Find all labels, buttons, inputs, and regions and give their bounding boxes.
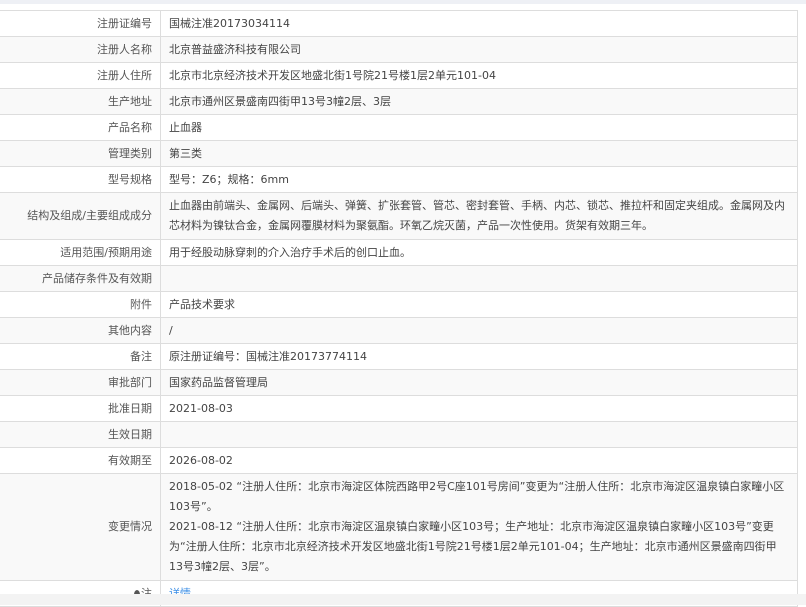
changes-value: 2018-05-02 “注册人住所：北京市海淀区体院西路甲2号C座101号房间”… bbox=[160, 473, 797, 581]
table-row: 管理类别 第三类 bbox=[0, 140, 797, 167]
table-row: 产品名称 止血器 bbox=[0, 114, 797, 141]
row-value: 北京市北京经济技术开发区地盛北街1号院21号楼1层2单元101-04 bbox=[160, 62, 797, 89]
table-row: 其他内容 / bbox=[0, 317, 797, 344]
row-value: / bbox=[160, 317, 797, 344]
row-value: 2026-08-02 bbox=[160, 447, 797, 474]
table-row: 审批部门 国家药品监督管理局 bbox=[0, 369, 797, 396]
row-label: 生产地址 bbox=[0, 88, 161, 115]
row-value: 止血器 bbox=[160, 114, 797, 141]
row-label: 生效日期 bbox=[0, 421, 161, 448]
row-value: 产品技术要求 bbox=[160, 291, 797, 318]
bottom-band bbox=[0, 594, 806, 605]
table-row: 附件 产品技术要求 bbox=[0, 291, 797, 318]
table-row: 有效期至 2026-08-02 bbox=[0, 447, 797, 474]
row-label: 注册人住所 bbox=[0, 62, 161, 89]
row-label: 备注 bbox=[0, 343, 161, 370]
row-label: 附件 bbox=[0, 291, 161, 318]
row-label: 产品名称 bbox=[0, 114, 161, 141]
table-row: 型号规格 型号：Z6；规格：6mm bbox=[0, 166, 797, 193]
table-row: 结构及组成/主要组成成分 止血器由前端头、金属网、后端头、弹簧、扩张套管、管芯、密… bbox=[0, 192, 797, 240]
row-label: 管理类别 bbox=[0, 140, 161, 167]
row-value: 国家药品监督管理局 bbox=[160, 369, 797, 396]
row-value: 国械注准20173034114 bbox=[160, 11, 797, 37]
row-value: 2021-08-03 bbox=[160, 395, 797, 422]
change-entry: 2018-05-02 “注册人住所：北京市海淀区体院西路甲2号C座101号房间”… bbox=[169, 480, 785, 513]
row-label: 其他内容 bbox=[0, 317, 161, 344]
table-row-changes: 变更情况 2018-05-02 “注册人住所：北京市海淀区体院西路甲2号C座101… bbox=[0, 473, 797, 581]
row-value: 北京市通州区景盛南四街甲13号3幢2层、3层 bbox=[160, 88, 797, 115]
top-band bbox=[0, 0, 806, 4]
row-label: 结构及组成/主要组成成分 bbox=[0, 192, 161, 240]
row-value: 第三类 bbox=[160, 140, 797, 167]
row-value: 北京普益盛济科技有限公司 bbox=[160, 36, 797, 63]
table-row: 注册人名称 北京普益盛济科技有限公司 bbox=[0, 36, 797, 63]
row-label: 审批部门 bbox=[0, 369, 161, 396]
change-entry: 2021-08-12 “注册人住所：北京市海淀区温泉镇白家疃小区103号；生产地… bbox=[169, 520, 777, 573]
table-row: 备注 原注册证编号：国械注准20173774114 bbox=[0, 343, 797, 370]
table-row: 产品储存条件及有效期 bbox=[0, 265, 797, 292]
row-label: 型号规格 bbox=[0, 166, 161, 193]
row-value: 原注册证编号：国械注准20173774114 bbox=[160, 343, 797, 370]
table-row: 适用范围/预期用途 用于经股动脉穿刺的介入治疗手术后的创口止血。 bbox=[0, 239, 797, 266]
row-value bbox=[160, 421, 797, 448]
row-label: 批准日期 bbox=[0, 395, 161, 422]
row-value bbox=[160, 265, 797, 292]
table-row: 批准日期 2021-08-03 bbox=[0, 395, 797, 422]
registration-detail-table: 注册证编号 国械注准20173034114 注册人名称 北京普益盛济科技有限公司 注册人… bbox=[0, 10, 798, 607]
table-row: 生效日期 bbox=[0, 421, 797, 448]
row-value: 止血器由前端头、金属网、后端头、弹簧、扩张套管、管芯、密封套管、手柄、内芯、锁芯… bbox=[160, 192, 797, 240]
row-label: 适用范围/预期用途 bbox=[0, 239, 161, 266]
row-label: 有效期至 bbox=[0, 447, 161, 474]
row-label: 注册证编号 bbox=[0, 11, 161, 37]
table-row: 注册证编号 国械注准20173034114 bbox=[0, 11, 797, 37]
row-label: 产品储存条件及有效期 bbox=[0, 265, 161, 292]
row-value: 用于经股动脉穿刺的介入治疗手术后的创口止血。 bbox=[160, 239, 797, 266]
row-label: 注册人名称 bbox=[0, 36, 161, 63]
table-row: 注册人住所 北京市北京经济技术开发区地盛北街1号院21号楼1层2单元101-04 bbox=[0, 62, 797, 89]
table-row: 生产地址 北京市通州区景盛南四街甲13号3幢2层、3层 bbox=[0, 88, 797, 115]
row-label: 变更情况 bbox=[0, 473, 161, 581]
row-value: 型号：Z6；规格：6mm bbox=[160, 166, 797, 193]
